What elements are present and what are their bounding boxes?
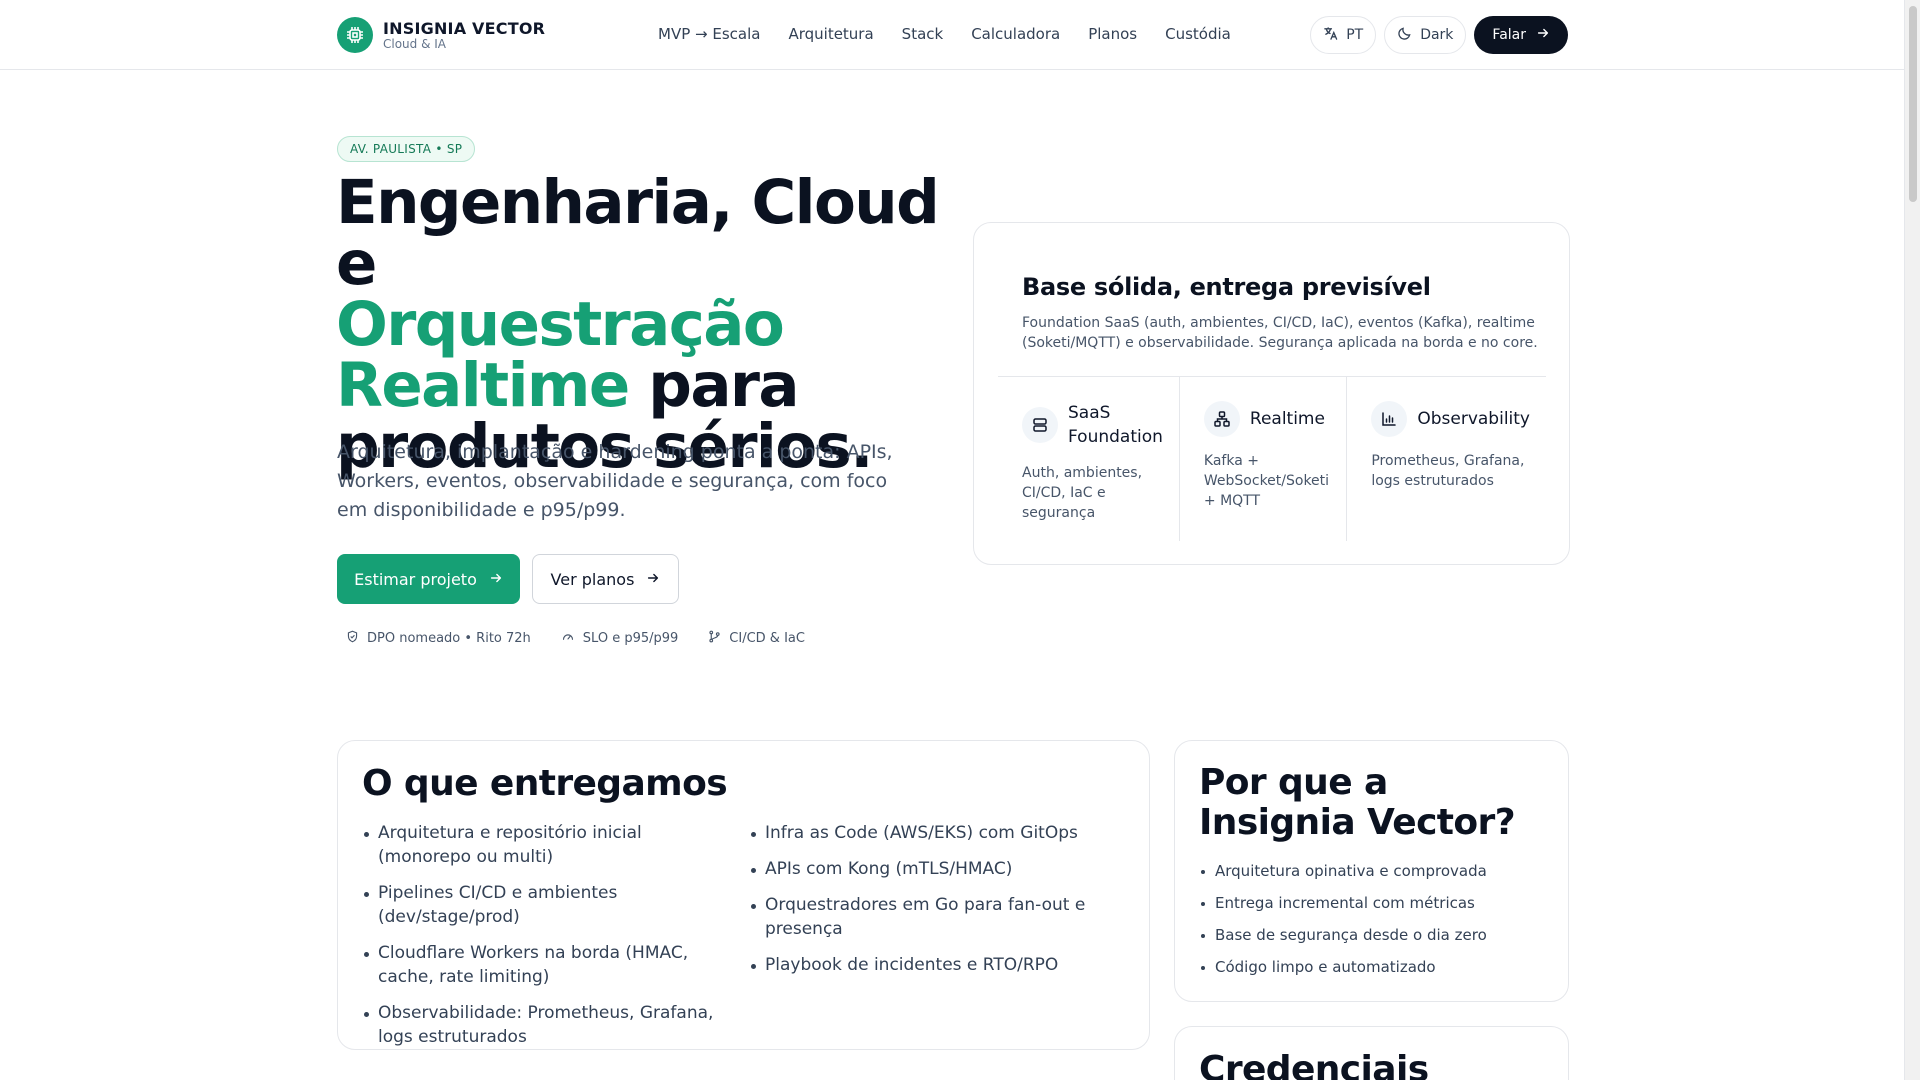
trust-indicators: DPO nomeado • Rito 72h SLO e p95/p99 CI/… — [346, 630, 805, 647]
page-scrollbar[interactable] — [1904, 0, 1920, 1080]
theme-toggle[interactable]: Dark — [1384, 16, 1467, 54]
git-branch-icon — [708, 630, 721, 647]
trust-label: CI/CD & IaC — [729, 631, 805, 646]
list-item: Pipelines CI/CD e ambientes (dev/stage/p… — [362, 881, 734, 929]
nav-mvp-escala[interactable]: MVP → Escala — [658, 25, 760, 43]
language-label: PT — [1346, 27, 1364, 43]
shield-check-icon — [346, 630, 359, 647]
list-item: Infra as Code (AWS/EKS) com GitOps — [749, 821, 1089, 845]
translate-icon — [1323, 26, 1338, 45]
feature-text: Kafka + WebSocket/Soketi + MQTT — [1203, 453, 1330, 509]
foundation-card: Base sólida, entrega previsível Foundati… — [973, 222, 1570, 565]
feature-name: Observability — [1417, 409, 1530, 429]
feature-name: SaaS Foundation — [1068, 403, 1163, 447]
list-item: Orquestradores em Go para fan-out e pres… — [749, 893, 1089, 941]
feature-grid: SaaS Foundation Auth, ambientes, CI/CD, … — [998, 376, 1546, 541]
view-plans-label: Ver planos — [550, 569, 635, 589]
contact-button[interactable]: Falar — [1474, 16, 1568, 54]
list-item: Cloudflare Workers na borda (HMAC, cache… — [362, 941, 734, 989]
deliverables-list-right: Infra as Code (AWS/EKS) com GitOps APIs … — [749, 821, 1089, 989]
nav-stack[interactable]: Stack — [902, 25, 944, 43]
trust-item: CI/CD & IaC — [708, 630, 805, 647]
feature-saas-foundation: SaaS Foundation Auth, ambientes, CI/CD, … — [998, 377, 1180, 541]
arrow-right-icon — [489, 570, 503, 589]
why-us-title: Por que a Insignia Vector? — [1199, 762, 1516, 843]
credentials-card: Credenciais — [1174, 1026, 1569, 1080]
foundation-card-title: Base sólida, entrega previsível — [1022, 273, 1431, 301]
trust-label: SLO e p95/p99 — [582, 631, 679, 646]
gauge-icon — [561, 630, 575, 647]
language-button[interactable]: PT — [1310, 16, 1377, 54]
contact-label: Falar — [1492, 27, 1526, 43]
list-item: Playbook de incidentes e RTO/RPO — [749, 953, 1089, 977]
why-us-card: Por que a Insignia Vector? Arquitetura o… — [1174, 740, 1569, 1002]
trust-item: DPO nomeado • Rito 72h — [346, 630, 531, 647]
list-item: APIs com Kong (mTLS/HMAC) — [749, 857, 1089, 881]
network-icon — [1203, 401, 1240, 437]
brand-name: INSIGNIA VECTOR — [383, 18, 546, 38]
feature-text: Auth, ambientes, CI/CD, IaC e segurança — [1022, 465, 1143, 521]
header-actions: PT Dark Falar — [1310, 16, 1568, 54]
estimate-project-button[interactable]: Estimar projeto — [337, 554, 520, 604]
brand-tagline: Cloud & IA — [383, 36, 447, 51]
arrow-right-icon — [1536, 26, 1550, 44]
feature-realtime: Realtime Kafka + WebSocket/Soketi + MQTT — [1180, 377, 1348, 541]
hero-title-line1: Engenharia, Cloud e — [336, 167, 940, 299]
moon-icon — [1397, 26, 1412, 45]
trust-label: DPO nomeado • Rito 72h — [367, 631, 531, 646]
list-item: Código limpo e automatizado — [1199, 957, 1487, 977]
why-us-list: Arquitetura opinativa e comprovada Entre… — [1199, 861, 1487, 989]
estimate-project-label: Estimar projeto — [354, 569, 477, 589]
feature-observability: Observability Prometheus, Grafana, logs … — [1347, 377, 1546, 541]
feature-text: Prometheus, Grafana, logs estruturados — [1371, 453, 1525, 489]
bar-chart-icon — [1371, 401, 1408, 437]
list-item: Arquitetura e repositório inicial (monor… — [362, 821, 734, 869]
list-item: Arquitetura opinativa e comprovada — [1199, 861, 1487, 881]
deliverables-list-left: Arquitetura e repositório inicial (monor… — [362, 821, 734, 1061]
brand[interactable]: INSIGNIA VECTOR Cloud & IA — [337, 17, 545, 53]
location-badge: AV. PAULISTA • SP — [337, 136, 476, 162]
deliverables-title: O que entregamos — [362, 763, 728, 804]
foundation-card-description: Foundation SaaS (auth, ambientes, CI/CD,… — [1022, 315, 1538, 351]
site-header: INSIGNIA VECTOR Cloud & IA MVP → Escala … — [0, 0, 1904, 70]
credentials-title: Credenciais — [1199, 1049, 1429, 1080]
hero-title: Engenharia, Cloud e Orquestração Realtim… — [336, 172, 956, 477]
nav-arquitetura[interactable]: Arquitetura — [788, 25, 873, 43]
trust-item: SLO e p95/p99 — [561, 630, 679, 647]
view-plans-button[interactable]: Ver planos — [532, 554, 679, 604]
deliverables-card: O que entregamos Arquitetura e repositór… — [337, 740, 1150, 1050]
arrow-right-icon — [646, 570, 660, 589]
nav-custodia[interactable]: Custódia — [1165, 25, 1231, 43]
nav-calculadora[interactable]: Calculadora — [971, 25, 1060, 43]
main-nav: MVP → Escala Arquitetura Stack Calculado… — [658, 25, 1231, 43]
hero-lede: Arquitetura, implantação e hardening pon… — [337, 441, 893, 521]
list-item: Observabilidade: Prometheus, Grafana, lo… — [362, 1001, 734, 1049]
theme-label: Dark — [1420, 27, 1454, 43]
server-icon — [1022, 407, 1058, 443]
scrollbar-thumb[interactable] — [1909, 6, 1917, 202]
nav-planos[interactable]: Planos — [1088, 25, 1137, 43]
list-item: Base de segurança desde o dia zero — [1199, 925, 1487, 945]
chip-icon — [337, 17, 373, 53]
list-item: Entrega incremental com métricas — [1199, 893, 1487, 913]
feature-name: Realtime — [1249, 409, 1325, 429]
